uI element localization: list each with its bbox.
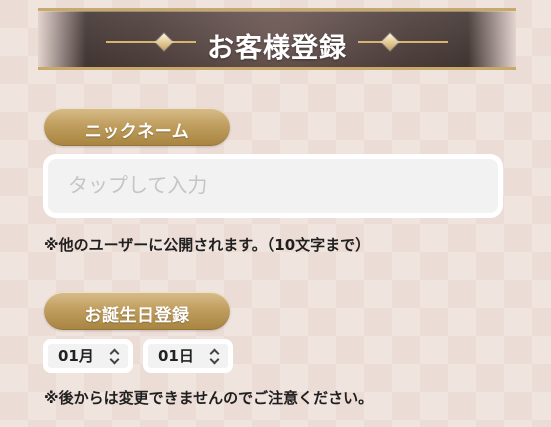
nickname-input[interactable] <box>43 154 503 218</box>
birthday-section-label: お誕生日登録 <box>44 292 230 330</box>
nickname-note: ※他のユーザーに公開されます。（10文字まで） <box>44 236 371 254</box>
birthday-note: ※後からは変更できませんのでご注意ください。 <box>44 389 374 407</box>
birth-day-value: 01日 <box>158 346 194 365</box>
page-header: お客様登録 <box>38 8 516 70</box>
nickname-section-label-text: ニックネーム <box>84 122 190 142</box>
header-ornament-right-icon <box>358 33 448 51</box>
birth-month-select[interactable]: 01月 <box>43 339 133 373</box>
birth-month-value: 01月 <box>58 346 94 365</box>
birth-day-select[interactable]: 01日 <box>143 339 233 373</box>
day-updown-chevron-icon <box>209 348 219 364</box>
month-updown-chevron-icon <box>109 348 119 364</box>
nickname-section-label: ニックネーム <box>44 108 230 146</box>
page-title: お客様登録 <box>207 33 347 64</box>
birthday-section-label-text: お誕生日登録 <box>84 306 190 326</box>
